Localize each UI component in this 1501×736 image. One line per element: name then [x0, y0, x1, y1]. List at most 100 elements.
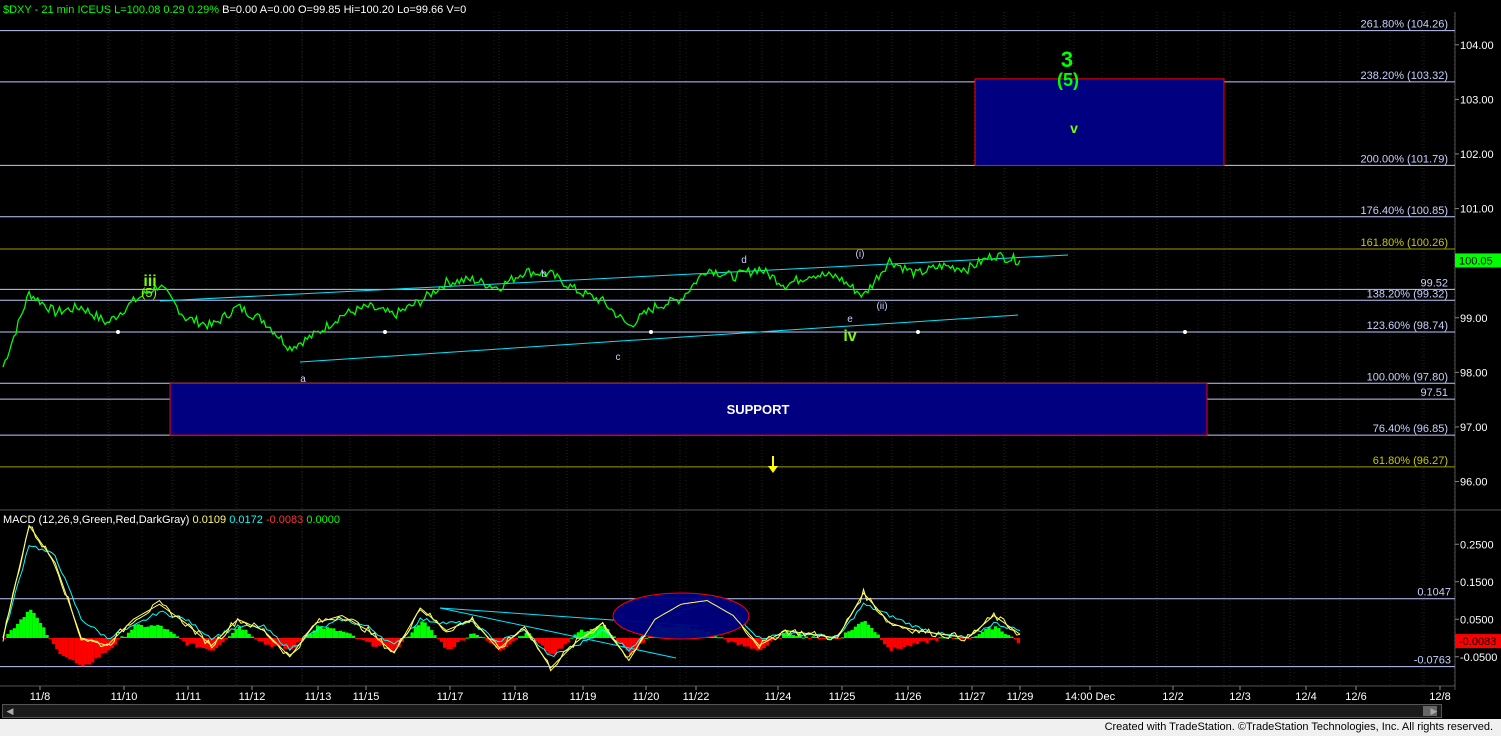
macd-level-label: -0.0763 [1414, 655, 1451, 667]
macd-histogram-bar [619, 638, 623, 644]
macd-histogram-bar [537, 638, 541, 644]
macd-histogram-bar [579, 629, 584, 638]
macd-histogram-bar [870, 627, 874, 638]
time-tick-label: 11/19 [570, 691, 597, 703]
macd-histogram-bar [521, 636, 525, 638]
macd-histogram-bar [19, 619, 23, 638]
macd-histogram-bar [263, 638, 268, 645]
macd-histogram-bar [462, 638, 466, 641]
macd-histogram-bar [143, 627, 147, 638]
macd-histogram-bar [237, 626, 241, 638]
macd-histogram-bar [736, 638, 740, 646]
macd-histogram-bar [355, 638, 359, 639]
macd-value-3: -0.0083 [266, 514, 303, 526]
macd-histogram-bar [850, 629, 854, 638]
macd-histogram-bar [426, 626, 431, 638]
tradestation-chart: 104.00103.00102.00101.00100.0099.0098.00… [0, 0, 1501, 736]
macd-histogram-bar [746, 638, 750, 647]
macd-histogram-bar [338, 630, 343, 638]
macd-histogram-bar [162, 629, 167, 638]
level-dot-marker [916, 329, 920, 334]
macd-histogram-bar [234, 629, 238, 638]
target-box [974, 78, 1225, 166]
wave-label: (5) [141, 285, 157, 300]
macd-histogram-bar [550, 638, 554, 655]
time-tick-label: 11/27 [959, 691, 986, 703]
macd-histogram-bar [371, 638, 375, 647]
macd-histogram-bar [778, 638, 783, 639]
wave-label: (5) [1057, 70, 1079, 90]
time-tick-label: 11/29 [1007, 691, 1034, 703]
macd-histogram-bar [987, 627, 991, 638]
macd-histogram-bar [1006, 635, 1011, 638]
macd-histogram-bar [22, 617, 26, 638]
macd-histogram-bar [896, 638, 900, 649]
macd-histogram-bar [843, 632, 848, 638]
time-tick-label: 11/24 [765, 691, 792, 703]
macd-histogram-bar [12, 628, 17, 638]
price-tick-label: 102.00 [1460, 149, 1494, 161]
macd-histogram-bar [179, 638, 183, 639]
macd-histogram-bar [821, 638, 825, 639]
macd-histogram-bar [198, 638, 202, 648]
macd-histogram-bar [478, 636, 483, 638]
macd-histogram-bar [293, 638, 297, 649]
macd-histogram-bar [335, 631, 339, 638]
wave-label: e [847, 314, 853, 325]
macd-histogram-bar [892, 638, 897, 648]
macd-histogram-bar [410, 632, 414, 638]
macd-histogram-bar [342, 631, 346, 638]
time-tick-label: 12/2 [1162, 691, 1183, 703]
macd-histogram-bar [227, 636, 232, 638]
macd-histogram-bar [260, 638, 264, 642]
macd-histogram-bar [348, 633, 352, 638]
macd-histogram-bar [847, 631, 851, 638]
scroll-right-icon[interactable]: ▶ [1427, 705, 1441, 717]
time-tick-label: 11/15 [353, 691, 380, 703]
time-tick-label: 12/4 [1295, 691, 1316, 703]
header-ask: A=0.00 [260, 4, 295, 16]
wave-label: c [616, 352, 621, 363]
macd-histogram-bar [1016, 638, 1021, 643]
macd-histogram-bar [430, 630, 434, 638]
macd-histogram-bar [925, 638, 929, 644]
macd-histogram-bar [518, 636, 522, 638]
header-volume: V=0 [446, 4, 466, 16]
macd-histogram-bar [192, 638, 196, 644]
macd-tick-label: 0.2500 [1460, 539, 1494, 551]
horizontal-scrollbar[interactable]: ◀ ▶ [2, 704, 1442, 718]
macd-histogram-bar [97, 638, 101, 658]
header-interval: 21 min [41, 4, 74, 16]
macd-histogram-bar [795, 636, 799, 638]
macd-histogram-bar [993, 626, 998, 638]
time-tick-label: 11/10 [111, 691, 138, 703]
macd-histogram-bar [733, 638, 737, 643]
macd-histogram-bar [560, 638, 564, 649]
macd-histogram-bar [368, 638, 372, 643]
macd-histogram-bar [439, 638, 444, 642]
macd-histogram-bar [117, 638, 121, 640]
macd-histogram-bar [240, 629, 245, 638]
macd-histogram-bar [915, 638, 919, 645]
macd-histogram-bar [857, 623, 861, 638]
macd-histogram-bar [1003, 634, 1008, 638]
time-tick-label: 12/3 [1229, 691, 1250, 703]
macd-value-1: 0.0109 [193, 514, 227, 526]
macd-histogram-bar [224, 638, 228, 640]
price-tick-label: 99.00 [1460, 313, 1488, 325]
macd-histogram-bar [961, 638, 965, 640]
wave-label: v [1070, 120, 1078, 136]
macd-histogram-bar [443, 638, 447, 648]
scroll-left-icon[interactable]: ◀ [3, 705, 17, 717]
macd-histogram-bar [645, 637, 649, 639]
wave-label: a [300, 374, 306, 385]
macd-histogram-bar [283, 638, 287, 649]
macd-histogram-bar [9, 630, 13, 638]
macd-histogram-bar [971, 637, 975, 639]
header-symbol: $DXY [3, 4, 32, 16]
macd-histogram-bar [149, 625, 153, 638]
macd-histogram-bar [133, 624, 137, 638]
macd-histogram-bar [459, 638, 463, 641]
fib-level-label: 161.80% (100.26) [1361, 237, 1448, 249]
macd-histogram-bar [540, 638, 545, 646]
